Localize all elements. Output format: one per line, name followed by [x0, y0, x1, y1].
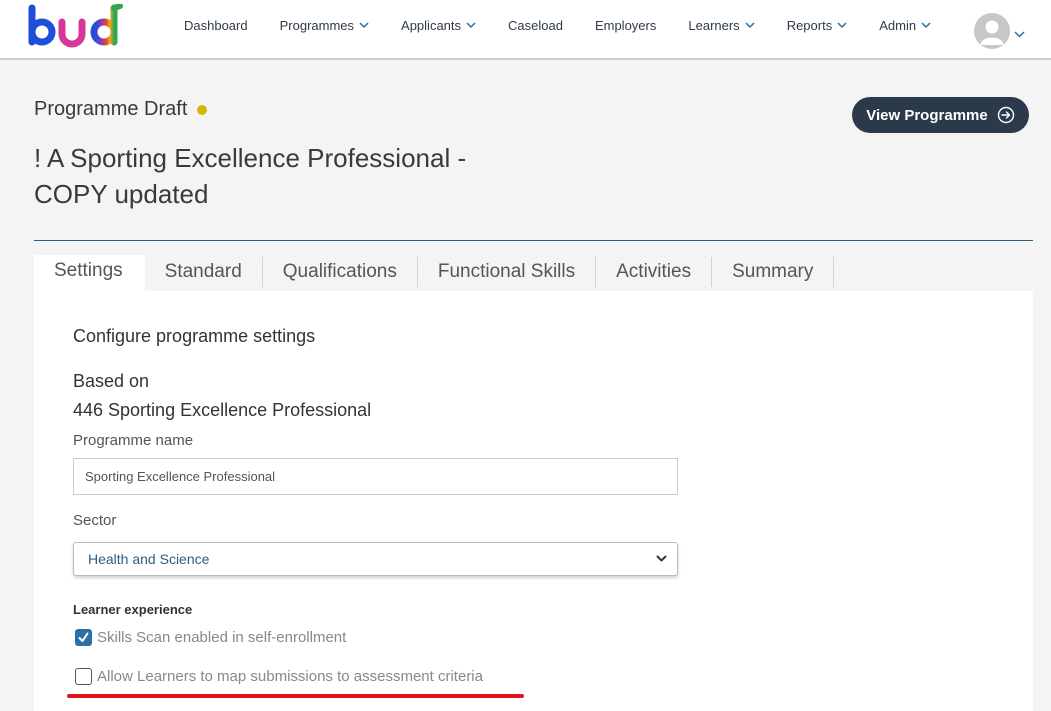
tab-label: Functional Skills [437, 261, 576, 282]
chevron-down-icon [837, 21, 847, 28]
programme-tabs: Settings Standard Qualifications Functio… [34, 255, 835, 291]
tab-label: Qualifications [282, 261, 397, 282]
tab-label: Standard [164, 261, 242, 282]
nav-label: Admin [879, 17, 917, 33]
user-menu[interactable] [974, 13, 1025, 49]
page-title: ! A Sporting Excellence Professional - C… [34, 143, 467, 209]
nav-item-applicants[interactable]: Applicants [385, 18, 492, 33]
tab-settings[interactable]: Settings [34, 255, 145, 291]
map-submissions-label: Allow Learners to map submissions to ass… [97, 668, 483, 685]
tab-label: Activities [616, 261, 692, 282]
checkbox-unchecked[interactable] [75, 668, 92, 685]
tab-functional-skills[interactable]: Functional Skills [418, 257, 597, 287]
nav-label: Employers [594, 17, 657, 33]
sector-label: Sector [73, 512, 117, 529]
user-avatar-icon [974, 13, 1010, 49]
chevron-down-icon [745, 21, 755, 28]
bud-logo[interactable] [26, 4, 126, 54]
nav-item-admin[interactable]: Admin [863, 18, 947, 33]
based-on-label: Based on [73, 371, 150, 391]
highlight-underline [67, 694, 524, 698]
nav-item-learners[interactable]: Learners [672, 18, 770, 33]
settings-panel: Configure programme settings Based on 44… [34, 291, 1033, 711]
sector-selected-value: Health and Science [88, 551, 210, 567]
main-nav: Dashboard Programmes Applicants Caseload… [168, 0, 947, 50]
nav-label: Learners [688, 17, 740, 33]
view-programme-label: View Programme [866, 106, 988, 124]
chevron-down-icon [466, 21, 476, 28]
chevron-down-icon [921, 21, 931, 28]
nav-item-employers[interactable]: Employers [579, 18, 672, 33]
checkbox-checked[interactable] [75, 629, 92, 646]
tab-standard[interactable]: Standard [145, 257, 263, 287]
programme-status: Programme Draft [34, 98, 208, 121]
chevron-down-icon [1014, 30, 1025, 38]
nav-label: Programmes [279, 17, 355, 33]
sector-select[interactable]: Health and Science [73, 542, 678, 576]
status-dot-icon [197, 104, 208, 115]
chevron-down-icon [656, 555, 667, 562]
programme-name-input[interactable] [73, 458, 678, 495]
nav-item-programmes[interactable]: Programmes [264, 18, 385, 33]
nav-label: Reports [786, 17, 833, 33]
skills-scan-label: Skills Scan enabled in self-enrollment [97, 629, 347, 646]
programme-name-label: Programme name [73, 432, 194, 449]
nav-label: Applicants [401, 17, 462, 33]
tab-summary[interactable]: Summary [712, 257, 835, 287]
top-navbar: Dashboard Programmes Applicants Caseload… [0, 0, 1051, 60]
nav-label: Dashboard [184, 17, 248, 33]
nav-label: Caseload [508, 17, 563, 33]
section-title: Configure programme settings [73, 326, 316, 346]
tab-activities[interactable]: Activities [596, 257, 713, 287]
skills-scan-option[interactable]: Skills Scan enabled in self-enrollment [75, 629, 346, 646]
nav-item-reports[interactable]: Reports [771, 18, 864, 33]
header-divider [34, 240, 1033, 241]
status-label: Programme Draft [34, 98, 188, 120]
arrow-circle-right-icon [997, 106, 1014, 124]
based-on-value: 446 Sporting Excellence Professional [73, 400, 372, 420]
nav-item-caseload[interactable]: Caseload [492, 18, 579, 33]
nav-item-dashboard[interactable]: Dashboard [168, 18, 264, 33]
tab-label: Settings [54, 260, 123, 281]
tab-qualifications[interactable]: Qualifications [263, 257, 418, 287]
chevron-down-icon [359, 21, 369, 28]
view-programme-button[interactable]: View Programme [852, 97, 1029, 133]
checkmark-icon [78, 632, 89, 642]
tab-label: Summary [732, 261, 814, 282]
map-submissions-option[interactable]: Allow Learners to map submissions to ass… [75, 668, 483, 685]
learner-experience-heading: Learner experience [73, 602, 193, 617]
